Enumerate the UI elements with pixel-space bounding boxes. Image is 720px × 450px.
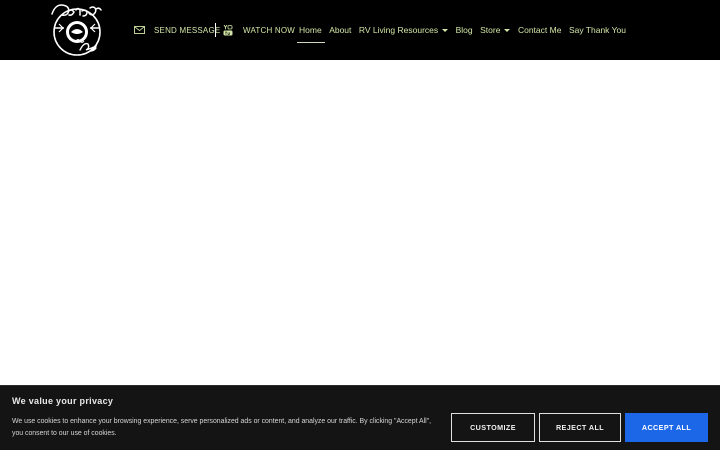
- site-header: SEND MESSAGE WATCH NOW Home About RV Liv…: [0, 0, 720, 60]
- site-logo[interactable]: [46, 0, 108, 58]
- nav-item-contact-me[interactable]: Contact Me: [518, 25, 561, 35]
- nav-item-say-thank-you[interactable]: Say Thank You: [569, 25, 626, 35]
- cookie-description: We use cookies to enhance your browsing …: [12, 418, 432, 437]
- cookie-title: We value your privacy: [12, 396, 114, 406]
- chevron-down-icon: [442, 28, 449, 32]
- send-message-label[interactable]: SEND MESSAGE: [154, 26, 220, 35]
- nav-item-contact-me-label: Contact Me: [517, 25, 562, 35]
- nav-item-store-label: Store: [480, 25, 501, 35]
- nav-item-rv-living-resources[interactable]: RV Living Resources: [358, 25, 449, 35]
- nav-item-rv-living-resources-label: RV Living Resources: [358, 25, 439, 35]
- youtube-icon: [222, 24, 234, 36]
- cookie-consent-banner: We value your privacy We use cookies to …: [0, 385, 720, 450]
- page: SEND MESSAGE WATCH NOW Home About RV Liv…: [0, 0, 720, 450]
- reject-all-button[interactable]: REJECT ALL: [539, 413, 621, 442]
- chevron-down-icon: [504, 28, 511, 32]
- nav-item-say-thank-you-label: Say Thank You: [568, 25, 626, 35]
- nav-item-home[interactable]: Home: [297, 25, 325, 43]
- send-message-link[interactable]: SEND MESSAGE: [133, 21, 220, 39]
- quick-links-divider: [215, 23, 216, 37]
- nav-item-blog[interactable]: Blog: [456, 25, 473, 35]
- nav-item-about[interactable]: About: [329, 25, 351, 35]
- nav-item-about-label: About: [329, 25, 352, 35]
- envelope-icon: [133, 24, 145, 36]
- main-nav: Home About RV Living Resources Blog Stor…: [297, 21, 633, 43]
- nav-item-blog-label: Blog: [455, 25, 473, 35]
- watch-now-label[interactable]: WATCH NOW: [243, 26, 295, 35]
- nav-item-home-label: Home: [299, 25, 322, 35]
- nav-item-store[interactable]: Store: [480, 25, 511, 35]
- accept-all-button[interactable]: ACCEPT ALL: [625, 413, 708, 442]
- logo-emblem-icon: [51, 4, 102, 56]
- watch-now-link[interactable]: WATCH NOW: [222, 21, 295, 39]
- customize-button[interactable]: CUSTOMIZE: [451, 413, 535, 442]
